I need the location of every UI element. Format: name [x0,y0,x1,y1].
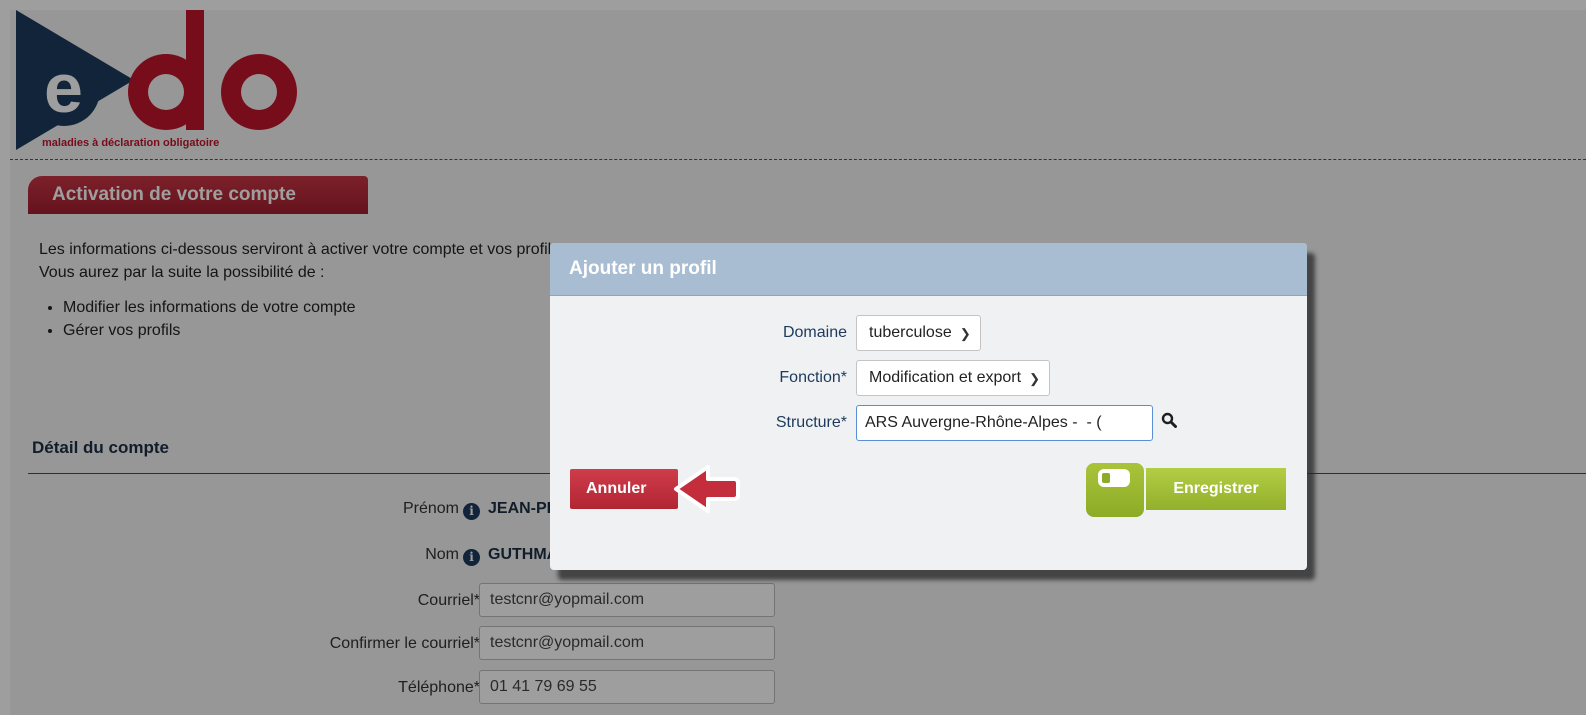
domaine-label: Domaine [782,324,847,341]
fonction-label: Fonction* [779,369,847,386]
domaine-row: Domaine tuberculose ❯ [550,315,1307,351]
dialog-title: Ajouter un profil [550,243,1307,296]
add-profile-dialog: Ajouter un profil Domaine tuberculose ❯ … [550,243,1307,570]
save-button[interactable]: Enregistrer [1146,468,1286,510]
fonction-selected: Modification et export [869,369,1022,386]
cancel-button[interactable]: Annuler [570,469,678,509]
fonction-row: Fonction* Modification et export ❯ [550,360,1307,396]
save-icon[interactable] [1086,463,1144,517]
back-arrow-icon[interactable] [668,461,740,517]
save-icon-glyph [1098,469,1130,487]
domaine-select[interactable]: tuberculose ❯ [856,315,981,351]
structure-input[interactable] [856,405,1153,441]
domaine-selected: tuberculose [869,324,952,341]
structure-row: Structure* [550,405,1307,441]
save-group: Enregistrer [1086,463,1286,519]
structure-label: Structure* [775,414,847,431]
chevron-down-icon: ❯ [1029,371,1041,386]
chevron-down-icon: ❯ [959,326,971,341]
fonction-select[interactable]: Modification et export ❯ [856,360,1051,396]
search-icon[interactable] [1161,412,1177,428]
